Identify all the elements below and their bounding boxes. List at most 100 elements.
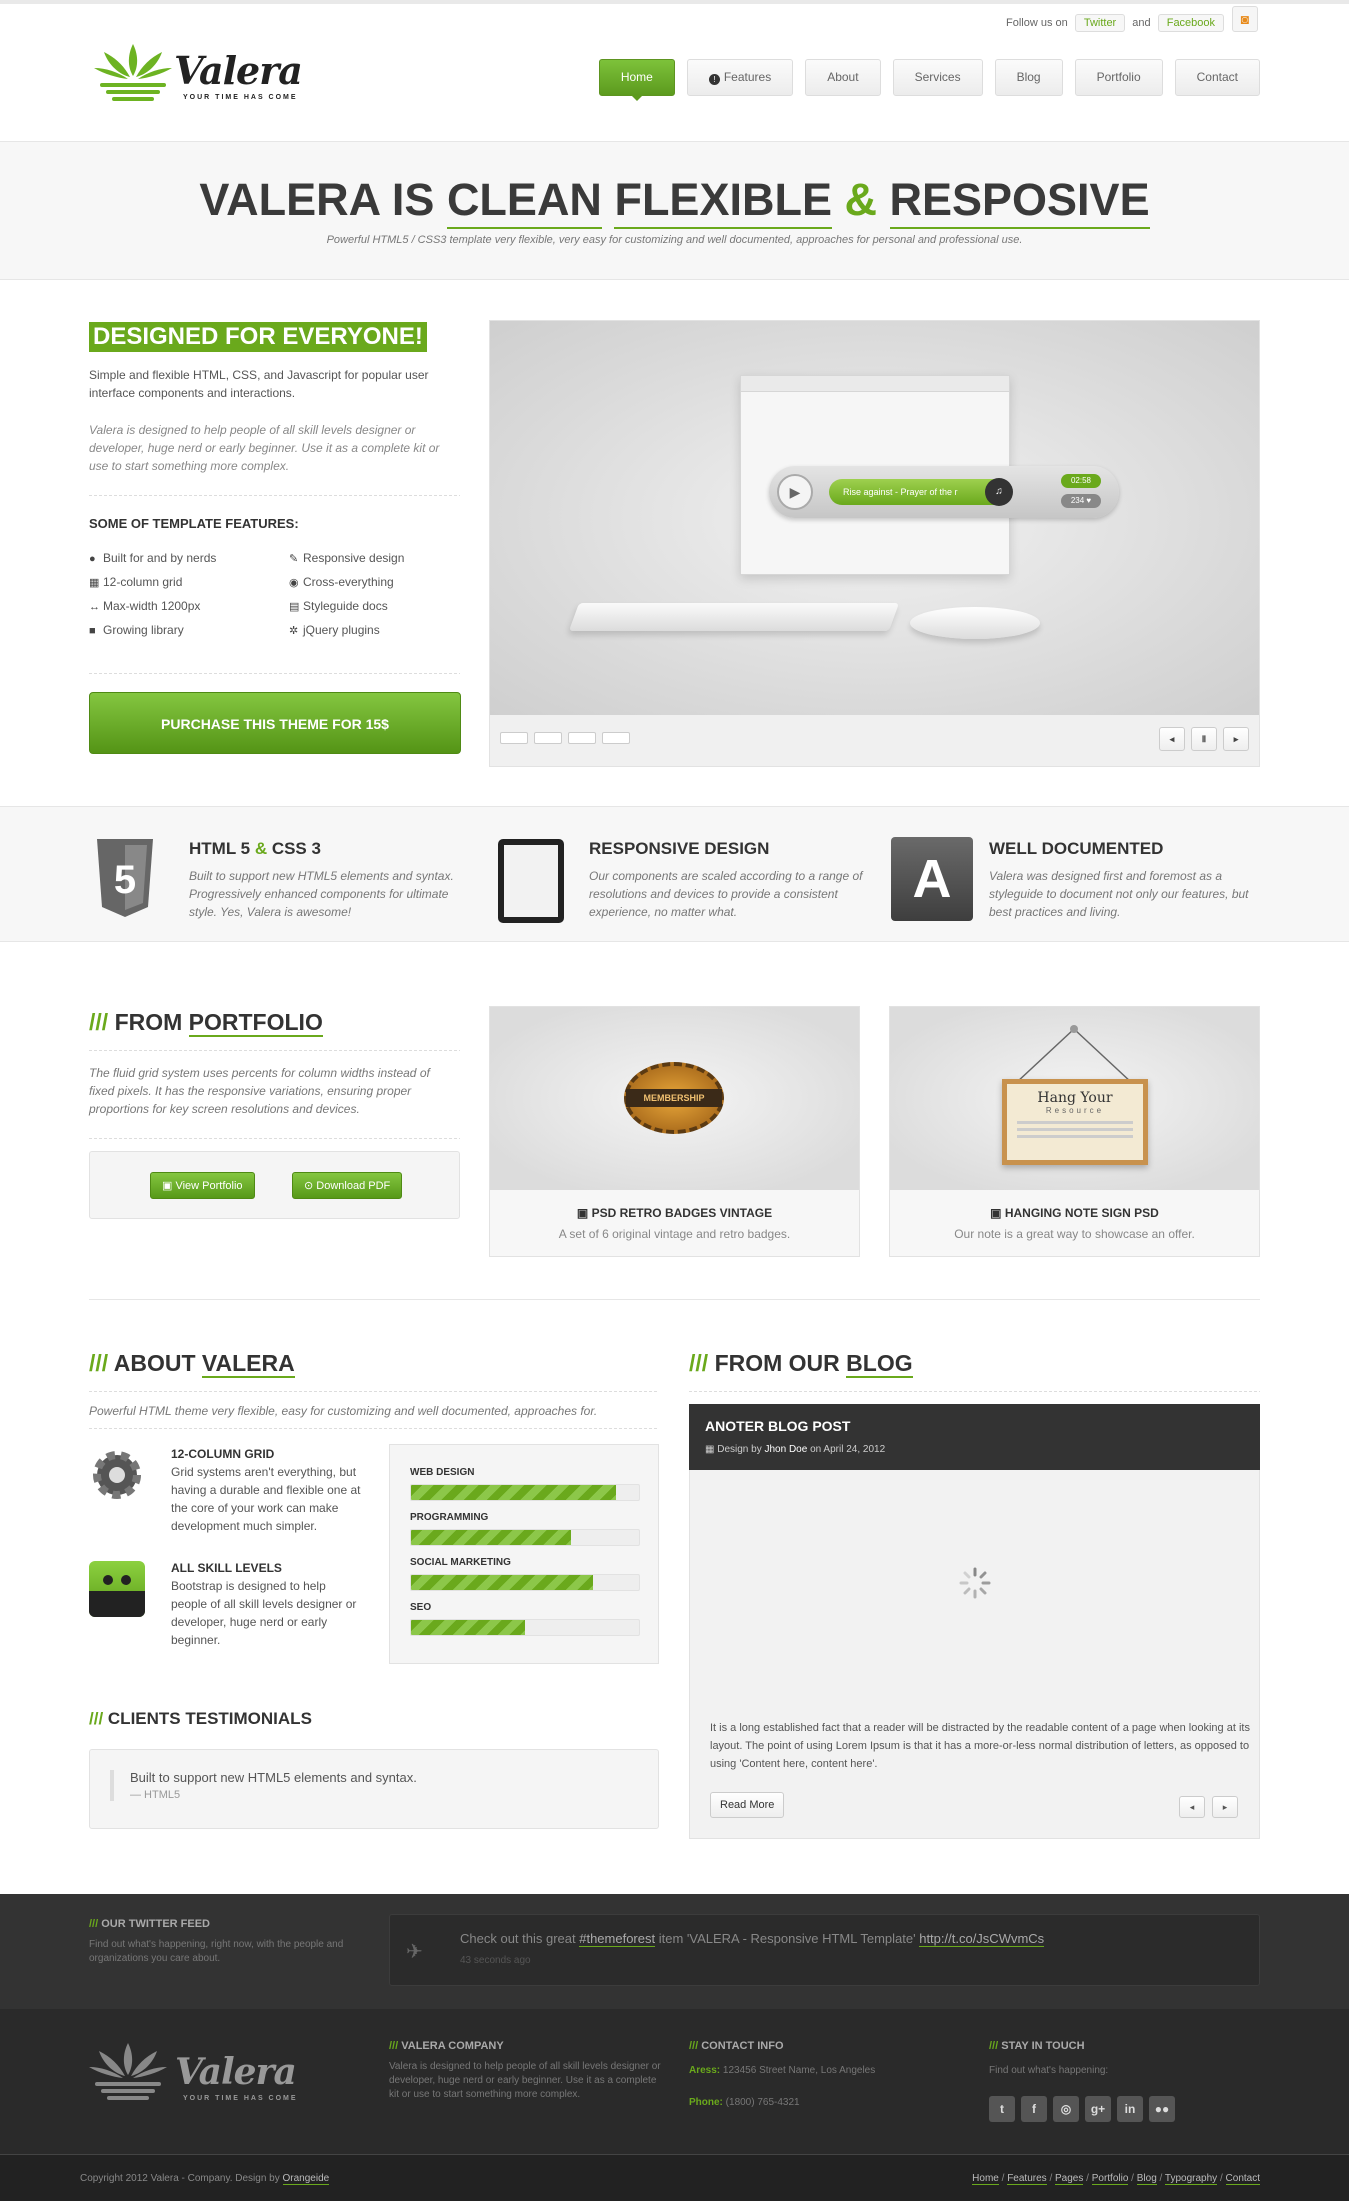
blog-post-title[interactable]: ANOTER BLOG POST [705, 1418, 850, 1434]
facebook-icon[interactable]: f [1021, 2096, 1047, 2122]
skill-bar [410, 1574, 640, 1591]
meta-author[interactable]: Jhon Doe [764, 1444, 807, 1455]
image-slider: ▶ Rise against - Prayer of the r ♫ 02:58… [489, 320, 1260, 767]
footer-logo[interactable]: Valera YOUR TIME HAS COME [89, 2043, 299, 2113]
feature-item: ↔ Max-width 1200px [89, 599, 289, 613]
portfolio-item-title-text: PSD RETRO BADGES VINTAGE [591, 1206, 773, 1220]
slider-dot[interactable] [500, 732, 528, 744]
tweet-part: Check out this great [460, 1931, 580, 1946]
feature-title-b: CSS 3 [267, 839, 321, 858]
cog-icon: ✲ [289, 625, 299, 637]
feature-item: ■ Growing library [89, 623, 289, 637]
slider-dot[interactable] [534, 732, 562, 744]
blog-post-excerpt: It is a long established fact that a rea… [710, 1722, 1250, 1770]
facebook-link[interactable]: Facebook [1157, 14, 1225, 32]
badge-ribbon: MEMBERSHIP [626, 1089, 722, 1107]
twitter-icon[interactable]: t [989, 2096, 1015, 2122]
resize-icon: ↔ [89, 601, 100, 613]
feature-label: Styleguide docs [303, 599, 388, 613]
play-icon[interactable]: ▶ [777, 474, 813, 510]
nav-blog[interactable]: Blog [994, 59, 1063, 96]
nav-services[interactable]: Services [892, 59, 983, 96]
slider-dot[interactable] [568, 732, 596, 744]
footer-link-features[interactable]: Features [1007, 2173, 1047, 2185]
footer-link-blog[interactable]: Blog [1136, 2173, 1157, 2185]
follow-label: Follow us on [1006, 17, 1068, 29]
image-icon: ▣ [990, 1206, 1002, 1220]
blog-post-meta: ▦ Design by Jhon Doe on April 24, 2012 [705, 1444, 885, 1455]
address-value: 123456 Street Name, Los Angeles [722, 2065, 876, 2076]
about-text: Powerful HTML theme very flexible, easy … [89, 1404, 598, 1418]
nav-features[interactable]: ! Features [686, 59, 794, 96]
button-label: View Portfolio [175, 1180, 243, 1192]
rss-icon[interactable]: ◙ [1232, 6, 1258, 32]
logo-leaf-icon [94, 44, 172, 101]
feature-label: Built for and by nerds [103, 551, 217, 565]
testimonial: Built to support new HTML5 elements and … [89, 1749, 659, 1829]
nav-about[interactable]: About [805, 59, 881, 96]
prev-post-icon[interactable]: ◂ [1179, 1796, 1205, 1818]
heading-text: FROM OUR [714, 1350, 847, 1376]
pause-icon[interactable]: Ⅱ [1191, 727, 1217, 751]
nav-portfolio[interactable]: Portfolio [1074, 59, 1163, 96]
prev-icon[interactable]: ◂ [1159, 727, 1185, 751]
download-icon: ⊙ [304, 1180, 314, 1192]
slider-dot[interactable] [602, 732, 630, 744]
portfolio-item-title: ▣ HANGING NOTE SIGN PSD [890, 1206, 1259, 1220]
tweet-link[interactable]: http://t.co/JsCWvmCs [919, 1931, 1045, 1947]
about-block-title: 12-COLUMN GRID [171, 1447, 275, 1461]
copyright-bar: Copyright 2012 Valera - Company. Design … [0, 2154, 1349, 2201]
footer-company-title: /// VALERA COMPANY [389, 2040, 504, 2052]
footer-link-pages[interactable]: Pages [1055, 2173, 1084, 2185]
portfolio-item[interactable]: MEMBERSHIP ▣ PSD RETRO BADGES VINTAGE A … [489, 1006, 860, 1257]
user-icon: ● [89, 553, 96, 565]
quote-author: — HTML5 [130, 1789, 181, 1801]
hero-title-part: VALERA IS [199, 174, 447, 225]
heading-text: CONTACT INFO [701, 2040, 784, 2052]
dribbble-icon[interactable]: ◎ [1053, 2096, 1079, 2122]
feature-item: ● Built for and by nerds [89, 551, 289, 565]
linkedin-icon[interactable]: in [1117, 2096, 1143, 2122]
skill-fill [411, 1575, 594, 1590]
nav-home[interactable]: Home [598, 59, 675, 101]
purchase-button[interactable]: PURCHASE THIS THEME FOR 15$ [89, 692, 461, 754]
features-title: SOME OF TEMPLATE FEATURES: [89, 516, 299, 531]
next-icon[interactable]: ▸ [1223, 727, 1249, 751]
designer-link[interactable]: Orangeide [282, 2173, 330, 2185]
footer-link-contact[interactable]: Contact [1225, 2173, 1260, 2185]
feature-title: WELL DOCUMENTED [989, 839, 1164, 858]
copyright: Copyright 2012 Valera - Company. Design … [80, 2173, 330, 2185]
download-pdf-button[interactable]: ⊙ Download PDF [292, 1172, 403, 1199]
hero: VALERA IS CLEAN FLEXIBLE & RESPOSIVE Pow… [0, 141, 1349, 280]
footer-link-home[interactable]: Home [972, 2173, 999, 2185]
twitter-bird-icon: ✈ [406, 1941, 423, 1963]
feature-text: Valera was designed first and foremost a… [989, 869, 1249, 919]
logo[interactable]: Valera YOUR TIME HAS COME [94, 44, 303, 107]
nav-contact[interactable]: Contact [1174, 59, 1260, 96]
view-portfolio-button[interactable]: ▣ View Portfolio [150, 1172, 255, 1199]
html5-icon: 5 [97, 839, 153, 917]
copyright-text: Copyright 2012 Valera - Company. Design … [80, 2173, 283, 2184]
music-player: ▶ Rise against - Prayer of the r ♫ 02:58… [769, 466, 1119, 518]
twitter-link[interactable]: Twitter [1074, 14, 1126, 32]
heading-slashes: /// [89, 1709, 104, 1728]
footer-link-portfolio[interactable]: Portfolio [1091, 2173, 1129, 2185]
read-more-button[interactable]: Read More [710, 1792, 785, 1818]
tweet-hashtag[interactable]: #themeforest [579, 1931, 656, 1947]
footer-link-typography[interactable]: Typography [1164, 2173, 1218, 2185]
next-post-icon[interactable]: ▸ [1212, 1796, 1238, 1818]
flickr-icon[interactable]: ●● [1149, 2096, 1175, 2122]
google-plus-icon[interactable]: g+ [1085, 2096, 1111, 2122]
features-list: ● Built for and by nerds ✎ Responsive desi… [89, 551, 469, 637]
about-block-text: Grid systems aren't everything, but havi… [171, 1465, 361, 1533]
footer-logo-leaf-icon [89, 2043, 167, 2100]
divider [89, 1138, 460, 1139]
feature-item: ✎ Responsive design [289, 551, 469, 565]
grid-icon: ▦ [89, 577, 100, 589]
portfolio-item[interactable]: Hang Your Resource ▣ HANGING NOTE SIGN P… [889, 1006, 1260, 1257]
slider-pagination [500, 732, 630, 744]
divider [689, 1391, 1260, 1392]
sign-board: Hang Your Resource [1002, 1079, 1148, 1165]
heading-slashes: /// [89, 1918, 99, 1930]
feature-text: Our components are scaled according to a… [589, 869, 863, 919]
